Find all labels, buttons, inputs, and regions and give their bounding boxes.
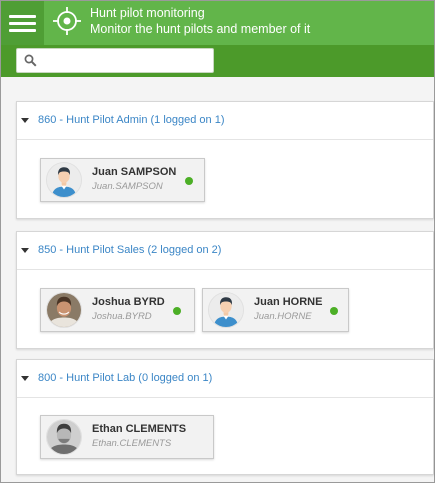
search-field[interactable] — [16, 48, 214, 73]
search-icon — [24, 54, 37, 67]
member-login: Ethan.CLEMENTS — [92, 438, 172, 449]
hunt-pilot-group: 800 - Hunt Pilot Lab (0 logged on 1) Eth… — [16, 359, 434, 475]
search-input[interactable] — [43, 49, 211, 72]
group-header[interactable]: 800 - Hunt Pilot Lab (0 logged on 1) — [17, 360, 433, 398]
member-name: Joshua BYRD — [92, 296, 165, 308]
page-subtitle: Monitor the hunt pilots and member of it — [90, 22, 311, 36]
target-crosshair-icon — [53, 7, 81, 35]
app-header: Hunt pilot monitoring Monitor the hunt p… — [1, 1, 434, 45]
group-title[interactable]: 800 - Hunt Pilot Lab (0 logged on 1) — [38, 372, 212, 384]
member-card[interactable]: Juan SAMPSON Juan.SAMPSON — [40, 158, 205, 202]
hamburger-menu-icon[interactable] — [1, 1, 44, 45]
photo-avatar-icon — [46, 292, 82, 328]
grayscale-photo-avatar-icon — [46, 419, 82, 455]
caret-down-icon[interactable] — [21, 376, 29, 381]
hunt-pilot-list: 860 - Hunt Pilot Admin (1 logged on 1) J… — [1, 77, 434, 482]
member-card[interactable]: Joshua BYRD Joshua.BYRD — [40, 288, 195, 332]
status-online-indicator — [185, 177, 193, 185]
status-online-indicator — [330, 307, 338, 315]
male-default-avatar-icon — [46, 162, 82, 198]
member-login: Joshua.BYRD — [92, 311, 152, 322]
male-default-avatar-icon — [208, 292, 244, 328]
member-card[interactable]: Juan HORNE Juan.HORNE — [202, 288, 349, 332]
status-online-indicator — [173, 307, 181, 315]
search-bar — [1, 45, 434, 77]
caret-down-icon[interactable] — [21, 118, 29, 123]
group-title[interactable]: 850 - Hunt Pilot Sales (2 logged on 2) — [38, 244, 221, 256]
member-login: Juan.SAMPSON — [92, 181, 163, 192]
group-title[interactable]: 860 - Hunt Pilot Admin (1 logged on 1) — [38, 114, 225, 126]
member-name: Juan HORNE — [254, 296, 323, 308]
group-header[interactable]: 860 - Hunt Pilot Admin (1 logged on 1) — [17, 102, 433, 140]
caret-down-icon[interactable] — [21, 248, 29, 253]
member-name: Ethan CLEMENTS — [92, 423, 187, 435]
member-card[interactable]: Ethan CLEMENTS Ethan.CLEMENTS — [40, 415, 214, 459]
member-login: Juan.HORNE — [254, 311, 312, 322]
hunt-pilot-group: 860 - Hunt Pilot Admin (1 logged on 1) J… — [16, 101, 434, 219]
hunt-pilot-group: 850 - Hunt Pilot Sales (2 logged on 2) J… — [16, 231, 434, 349]
member-name: Juan SAMPSON — [92, 166, 177, 178]
page-title: Hunt pilot monitoring — [90, 6, 205, 20]
group-header[interactable]: 850 - Hunt Pilot Sales (2 logged on 2) — [17, 232, 433, 270]
